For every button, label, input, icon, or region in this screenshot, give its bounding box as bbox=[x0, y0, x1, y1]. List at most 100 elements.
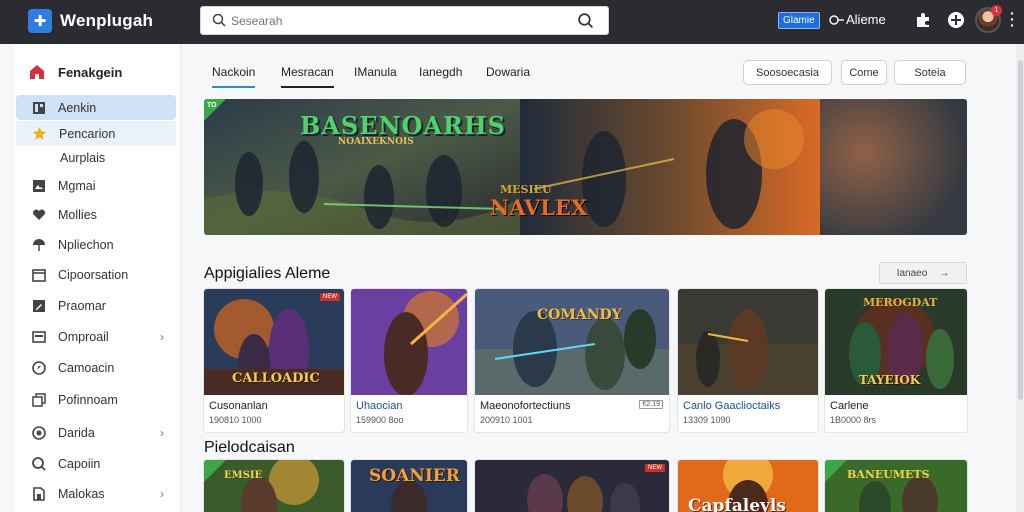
sidebar-item-aenkin[interactable]: Aenkin bbox=[16, 95, 176, 120]
card-title: Carlene bbox=[830, 400, 869, 412]
card-meta: 159900 8oo bbox=[356, 415, 404, 425]
sidebar-item-pofinnoam[interactable]: Pofinnoam bbox=[16, 387, 176, 412]
app-title: Wenplugah bbox=[60, 11, 154, 30]
tab-nackoin[interactable]: Nackoin bbox=[212, 65, 256, 88]
chevron-right-icon[interactable]: › bbox=[160, 426, 164, 440]
sidebar-item-mgmai[interactable]: Mgmai bbox=[16, 173, 176, 198]
card-meta: 200910 1001 bbox=[480, 415, 533, 425]
hero-center-title-2: NAVLEX bbox=[490, 195, 588, 220]
search-input[interactable] bbox=[231, 11, 561, 31]
chevron-right-icon[interactable]: › bbox=[160, 487, 164, 501]
edit-icon bbox=[33, 299, 45, 312]
sidebar-item-darida[interactable]: Darida › bbox=[16, 420, 176, 445]
status-badge[interactable]: Glamie bbox=[778, 12, 820, 29]
heart-icon bbox=[32, 208, 46, 220]
sidebar-item-label: Mgmai bbox=[58, 178, 96, 193]
game-thumbnail bbox=[475, 460, 669, 512]
grid-icon bbox=[33, 101, 45, 114]
sidebar-item-capoiin[interactable]: Capoiin bbox=[16, 451, 176, 476]
sidebar-item-label: Cipoorsation bbox=[58, 267, 129, 282]
add-circle-icon[interactable] bbox=[946, 10, 966, 30]
section-title-1: Appigialies Aleme bbox=[204, 265, 331, 282]
scrollbar-thumb[interactable] bbox=[1018, 60, 1023, 400]
search-submit-icon[interactable] bbox=[577, 12, 594, 29]
sidebar-item-omproail[interactable]: Omproail › bbox=[16, 324, 176, 349]
price-badge: €2.19 bbox=[639, 400, 663, 409]
hero-badge: TO bbox=[207, 102, 217, 109]
sidebar-item-camoacin[interactable]: Camoacin bbox=[16, 355, 176, 380]
hero-subtitle: NOAIXEKNOIS bbox=[338, 137, 414, 147]
tab-mesracan[interactable]: Mesracan bbox=[281, 65, 334, 88]
game-thumbnail bbox=[678, 289, 818, 395]
game-card[interactable]: EMSIE bbox=[204, 460, 344, 512]
sidebar-item-npliechon[interactable]: Npliechon bbox=[16, 232, 176, 257]
star-icon bbox=[32, 127, 47, 140]
card-art-top: MEROGDAT bbox=[863, 296, 938, 309]
sidebar-item-cipoorsation[interactable]: Cipoorsation bbox=[16, 262, 176, 287]
card-art-title: Capfaleyls bbox=[688, 496, 786, 512]
game-card[interactable]: NEW bbox=[475, 460, 669, 512]
window-icon bbox=[32, 330, 46, 343]
search-circle-icon bbox=[32, 456, 46, 471]
sidebar-item-label: Aenkin bbox=[58, 100, 97, 115]
card-art-title: TAYEIOK bbox=[859, 373, 921, 387]
see-more-button[interactable]: Ianaeo → bbox=[879, 262, 967, 284]
image-icon bbox=[33, 179, 45, 192]
compass-icon bbox=[32, 360, 46, 375]
game-thumbnail bbox=[475, 289, 669, 395]
sidebar-home-label: Fenakgein bbox=[58, 64, 123, 80]
sidebar-home[interactable]: Fenakgein bbox=[28, 63, 122, 81]
card-title: Canlo Gaaclioctaiks bbox=[683, 400, 781, 412]
user-name[interactable]: Alieme bbox=[846, 12, 886, 27]
top-bar: ✚ Wenplugah Glamie Alieme 1 ··· bbox=[0, 0, 1024, 44]
new-tag: NEW bbox=[320, 293, 340, 301]
hero-title: BASENOARHS bbox=[300, 111, 506, 140]
sidebar-item-mollies[interactable]: Mollies bbox=[16, 202, 176, 227]
game-card[interactable]: COMANDY Maeonofortectiuns €2.19 200910 1… bbox=[475, 289, 669, 432]
game-thumbnail bbox=[351, 289, 467, 395]
game-card[interactable]: MEROGDAT TAYEIOK Carlene 1B0000 8rs bbox=[825, 289, 967, 432]
target-icon bbox=[32, 425, 46, 440]
game-card[interactable]: NEW CALLOADIC Cusonanlan 190810 1000 bbox=[204, 289, 344, 432]
sidebar-subitem-aurplais[interactable]: Aurplais bbox=[60, 151, 105, 165]
sidebar-item-label: Pofinnoam bbox=[58, 392, 118, 407]
sidebar-item-malokas[interactable]: Malokas › bbox=[16, 481, 176, 506]
puzzle-icon[interactable] bbox=[913, 10, 933, 30]
sidebar-item-label: Malokas bbox=[58, 486, 105, 501]
game-card[interactable]: Canlo Gaaclioctaiks 13309 1090 bbox=[678, 289, 818, 432]
chevron-right-icon[interactable]: › bbox=[160, 330, 164, 344]
game-card[interactable]: Uhaocian 159900 8oo bbox=[351, 289, 467, 432]
card-title: Cusonanlan bbox=[209, 400, 268, 412]
action-button-2[interactable]: Come bbox=[841, 60, 887, 85]
search-box[interactable] bbox=[200, 6, 609, 35]
card-meta: 190810 1000 bbox=[209, 415, 262, 425]
card-meta: 1B0000 8rs bbox=[830, 415, 877, 425]
game-card[interactable]: SOANIER bbox=[351, 460, 467, 512]
more-menu-icon[interactable]: · · · bbox=[1010, 6, 1016, 32]
new-tag: NEW bbox=[645, 464, 665, 472]
game-card[interactable]: Capfaleyls bbox=[678, 460, 818, 512]
sidebar-item-praomar[interactable]: Praomar bbox=[16, 293, 176, 318]
sidebar-item-label: Darida bbox=[58, 425, 95, 440]
action-button-3[interactable]: Soteia bbox=[894, 60, 966, 85]
hero-banner[interactable]: TO BASENOARHS NOAIXEKNOIS MESIEU NAVLEX bbox=[204, 99, 967, 235]
search-icon bbox=[212, 13, 226, 27]
app-logo-icon[interactable]: ✚ bbox=[28, 9, 52, 33]
umbrella-icon bbox=[33, 238, 45, 251]
card-title: Uhaocian bbox=[356, 400, 403, 412]
game-thumbnail bbox=[204, 460, 344, 512]
sidebar-item-label: Praomar bbox=[58, 298, 106, 313]
action-button-1[interactable]: Soosoecasia bbox=[743, 60, 832, 85]
card-title: Maeonofortectiuns bbox=[480, 400, 571, 412]
calendar-icon bbox=[32, 268, 46, 282]
tab-ianegdh[interactable]: Ianegdh bbox=[419, 65, 462, 86]
game-card[interactable]: BANEUMETS bbox=[825, 460, 967, 512]
card-art-title: BANEUMETS bbox=[847, 468, 930, 481]
card-meta: 13309 1090 bbox=[683, 415, 731, 425]
sidebar-item-pencarion[interactable]: Pencarion bbox=[16, 121, 176, 146]
tab-imanula[interactable]: IManula bbox=[354, 65, 397, 86]
sidebar-item-label: Pencarion bbox=[59, 126, 116, 141]
tab-dowaria[interactable]: Dowaria bbox=[486, 65, 530, 86]
see-more-label: Ianaeo bbox=[896, 267, 928, 279]
home-icon bbox=[30, 65, 44, 79]
